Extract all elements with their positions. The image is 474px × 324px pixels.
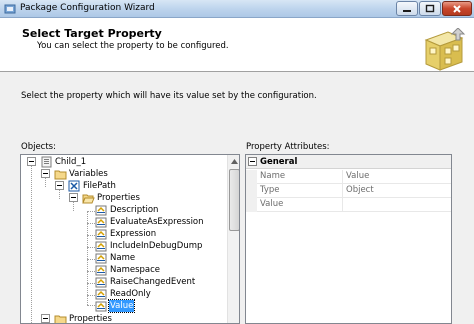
property-icon <box>95 241 107 252</box>
tree-node-evaluateasexpression[interactable]: EvaluateAsExpression <box>109 216 205 228</box>
chevron-up-icon <box>231 159 238 164</box>
tree-node-variables[interactable]: Variables <box>68 168 109 180</box>
property-row-name[interactable]: Name Value <box>246 170 451 184</box>
tree-node-raisechangedevent[interactable]: RaiseChangedEvent <box>109 276 196 288</box>
tree-node-name[interactable]: Name <box>109 252 136 264</box>
tree-node-properties-bottom[interactable]: Properties <box>68 313 113 323</box>
property-name: Value <box>258 198 343 212</box>
minimize-button[interactable] <box>396 1 418 16</box>
tree-node-description[interactable]: Description <box>109 204 159 216</box>
tree-node-readonly[interactable]: ReadOnly <box>109 288 152 300</box>
tree-node-filepath[interactable]: FilePath <box>82 180 117 192</box>
variables-expander[interactable] <box>41 169 50 178</box>
properties-bottom-expander[interactable] <box>41 314 50 323</box>
category-collapse-icon[interactable] <box>248 157 257 166</box>
property-row-value[interactable]: Value <box>246 198 451 212</box>
tree-scrollbar[interactable] <box>227 155 239 323</box>
property-icon <box>95 229 107 240</box>
property-value: Value <box>346 171 370 181</box>
property-attributes-grid[interactable]: General Name Value Type Object Value <box>245 154 452 324</box>
property-value: Object <box>346 185 374 195</box>
variable-x-icon <box>68 180 80 192</box>
folder-icon <box>54 315 67 323</box>
package-app-icon <box>4 4 16 14</box>
property-icon <box>95 277 107 288</box>
property-value <box>343 198 451 212</box>
objects-label: Objects: <box>21 142 56 152</box>
scroll-thumb[interactable] <box>229 169 239 231</box>
filepath-expander[interactable] <box>55 181 64 190</box>
minimize-icon <box>403 9 411 12</box>
property-row-type[interactable]: Type Object <box>246 184 451 198</box>
close-icon <box>453 4 461 13</box>
close-button[interactable] <box>442 1 472 16</box>
page-subtitle: You can select the property to be config… <box>37 41 229 51</box>
wizard-header: Select Target Property You can select th… <box>0 18 474 72</box>
folder-icon <box>54 170 67 180</box>
page-title: Select Target Property <box>22 27 162 40</box>
property-icon <box>95 253 107 264</box>
package-icon <box>41 156 52 168</box>
scroll-up-button[interactable] <box>228 155 239 168</box>
property-icon <box>95 205 107 216</box>
property-attributes-label: Property Attributes: <box>246 142 330 152</box>
tree-node-includeindebugdump[interactable]: IncludeInDebugDump <box>109 240 203 252</box>
tree-node-child[interactable]: Child_1 <box>54 156 87 168</box>
maximize-icon <box>425 4 435 13</box>
folder-open-icon <box>82 194 95 204</box>
property-icon <box>95 217 107 228</box>
tree-node-value-selected[interactable]: Value <box>107 299 136 313</box>
wizard-cubes-icon <box>424 28 466 71</box>
tree-node-expression[interactable]: Expression <box>109 228 157 240</box>
window-title: Package Configuration Wizard <box>20 3 155 13</box>
properties-expander[interactable] <box>69 193 78 202</box>
child-expander[interactable] <box>27 157 36 166</box>
category-general[interactable]: General <box>246 155 451 169</box>
property-icon <box>95 265 107 276</box>
tree-node-namespace[interactable]: Namespace <box>109 264 161 276</box>
tree-node-properties[interactable]: Properties <box>96 192 141 204</box>
objects-tree[interactable]: Child_1 Variables FilePath Properties De… <box>20 154 240 324</box>
property-icon <box>95 289 107 300</box>
property-icon <box>95 301 107 312</box>
title-bar: Package Configuration Wizard <box>0 0 474 18</box>
maximize-button[interactable] <box>419 1 441 16</box>
instruction-text: Select the property which will have its … <box>21 91 317 101</box>
property-name: Name <box>258 170 343 184</box>
category-label: General <box>260 157 298 167</box>
property-name: Type <box>258 184 343 198</box>
